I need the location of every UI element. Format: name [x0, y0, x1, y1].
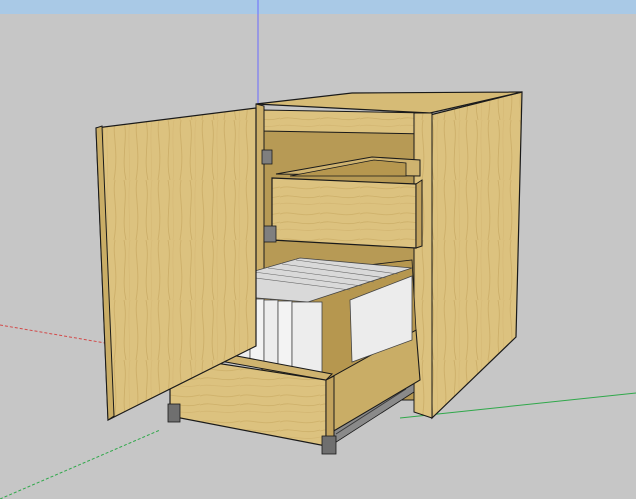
book[interactable] [263, 299, 279, 369]
upper-drawer-front[interactable] [271, 177, 417, 249]
door-hinge-top[interactable] [261, 149, 273, 165]
scene-canvas[interactable] [0, 0, 636, 499]
cabinet-front-rail[interactable] [261, 109, 429, 135]
upper-drawer-end [415, 179, 423, 249]
book[interactable] [277, 300, 293, 371]
drawer-foot-right [321, 435, 337, 455]
drawer-foot-left [167, 403, 181, 423]
sky-background [0, 0, 636, 14]
modeling-viewport[interactable] [0, 0, 636, 499]
lower-drawer-front-end [325, 375, 335, 447]
door-hinge-bottom[interactable] [263, 225, 277, 243]
